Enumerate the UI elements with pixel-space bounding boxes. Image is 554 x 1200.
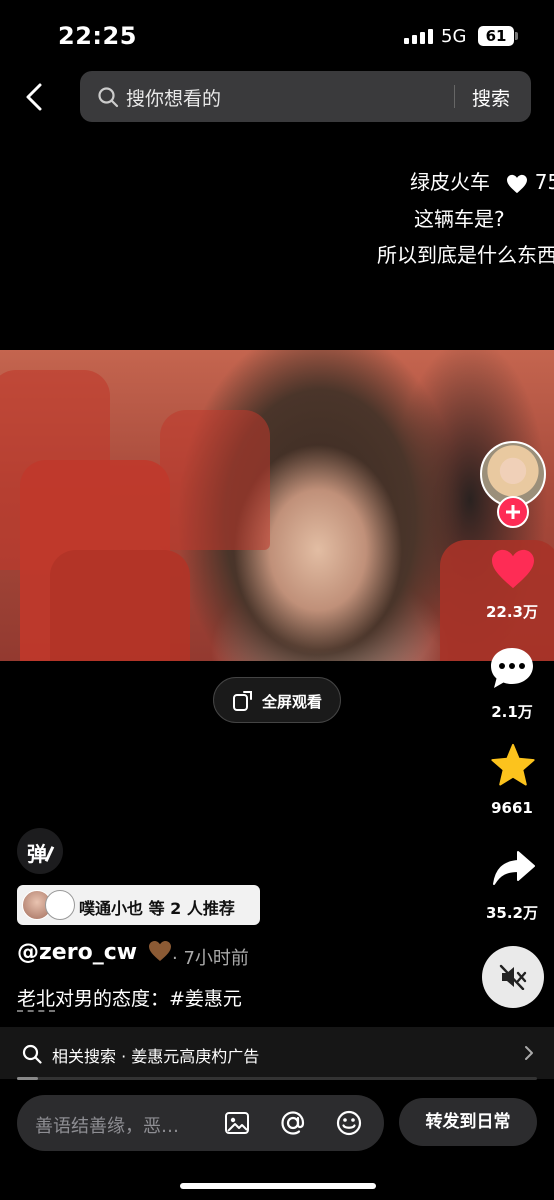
fullscreen-icon <box>233 691 252 711</box>
back-icon[interactable] <box>22 82 46 112</box>
video-player[interactable] <box>0 350 554 661</box>
search-button[interactable]: 搜索 <box>472 84 510 111</box>
search-icon <box>22 1044 42 1064</box>
related-search-bar[interactable]: 相关搜索 · 姜惠元高庚杓广告 <box>0 1027 554 1079</box>
at-icon[interactable] <box>279 1109 307 1137</box>
fullscreen-button[interactable]: 全屏观看 <box>213 677 341 723</box>
recommend-badge[interactable]: 噗通小也 等 2 人推荐 <box>17 885 260 925</box>
recommender-avatar <box>45 890 75 920</box>
like-count: 22.3万 <box>485 603 538 621</box>
post-caption: 老北对男的态度：#姜惠元 <box>17 984 242 1012</box>
battery-icon: 61 <box>478 26 518 46</box>
cinema-seat <box>50 550 190 661</box>
comment-placeholder: 善语结善缘，恶… <box>35 1116 179 1137</box>
related-search-text: 相关搜索 · 姜惠元高庚杓广告 <box>52 1047 260 1066</box>
comment-icon[interactable] <box>488 645 536 691</box>
heart-icon[interactable] <box>490 548 536 590</box>
danmaku-item: 这辆车是? <box>414 207 505 231</box>
cinema-seat <box>160 410 270 550</box>
share-to-daily-button[interactable]: 转发到日常 <box>399 1098 537 1146</box>
status-time: 22:25 <box>58 22 137 50</box>
divider <box>454 85 455 108</box>
share-count: 35.2万 <box>485 904 538 922</box>
comment-count: 2.1万 <box>491 703 533 721</box>
status-bar: 22:25 5G 61 <box>0 0 554 72</box>
follow-button[interactable] <box>497 496 529 528</box>
author-handle: @zero_cw <box>17 940 138 965</box>
brown-heart-icon <box>148 941 171 961</box>
signal-icon <box>404 28 434 44</box>
recommend-text: 噗通小也 等 2 人推荐 <box>79 899 235 918</box>
share-icon[interactable] <box>492 850 536 886</box>
caption-text: 对男的态度：#姜惠元 <box>55 988 242 1010</box>
search-placeholder: 搜你想看的 <box>126 88 222 110</box>
caption-keyword[interactable]: 老北 <box>17 988 56 1012</box>
chevron-right-icon <box>525 1046 533 1060</box>
star-icon[interactable] <box>490 743 536 787</box>
home-indicator[interactable] <box>180 1183 376 1189</box>
fullscreen-label: 全屏观看 <box>262 693 323 711</box>
image-icon[interactable] <box>223 1109 251 1137</box>
network-type: 5G <box>441 26 467 47</box>
heart-icon <box>507 174 528 193</box>
search-input[interactable]: 搜你想看的 搜索 <box>80 71 531 122</box>
favorite-count: 9661 <box>491 799 533 817</box>
mute-button[interactable] <box>482 946 544 1008</box>
mute-icon <box>499 964 527 990</box>
post-time: · 7小时前 <box>172 948 249 969</box>
emoji-icon[interactable] <box>335 1109 363 1137</box>
danmaku-toggle-label: 弹 <box>27 842 47 866</box>
danmaku-toggle[interactable]: 弹 <box>17 828 63 874</box>
progress-fill <box>17 1077 38 1080</box>
danmaku-text: 绿皮火车 <box>410 170 490 194</box>
author-name[interactable]: @zero_cw <box>17 940 173 965</box>
comment-input[interactable]: 善语结善缘，恶… <box>17 1095 384 1151</box>
video-progress-bar[interactable] <box>17 1077 537 1080</box>
danmaku-likes: 75 <box>534 170 554 194</box>
search-icon <box>98 87 119 108</box>
danmaku-item: 绿皮火车 75 <box>410 166 554 195</box>
danmaku-item: 所以到底是什么东西 <box>377 243 554 267</box>
